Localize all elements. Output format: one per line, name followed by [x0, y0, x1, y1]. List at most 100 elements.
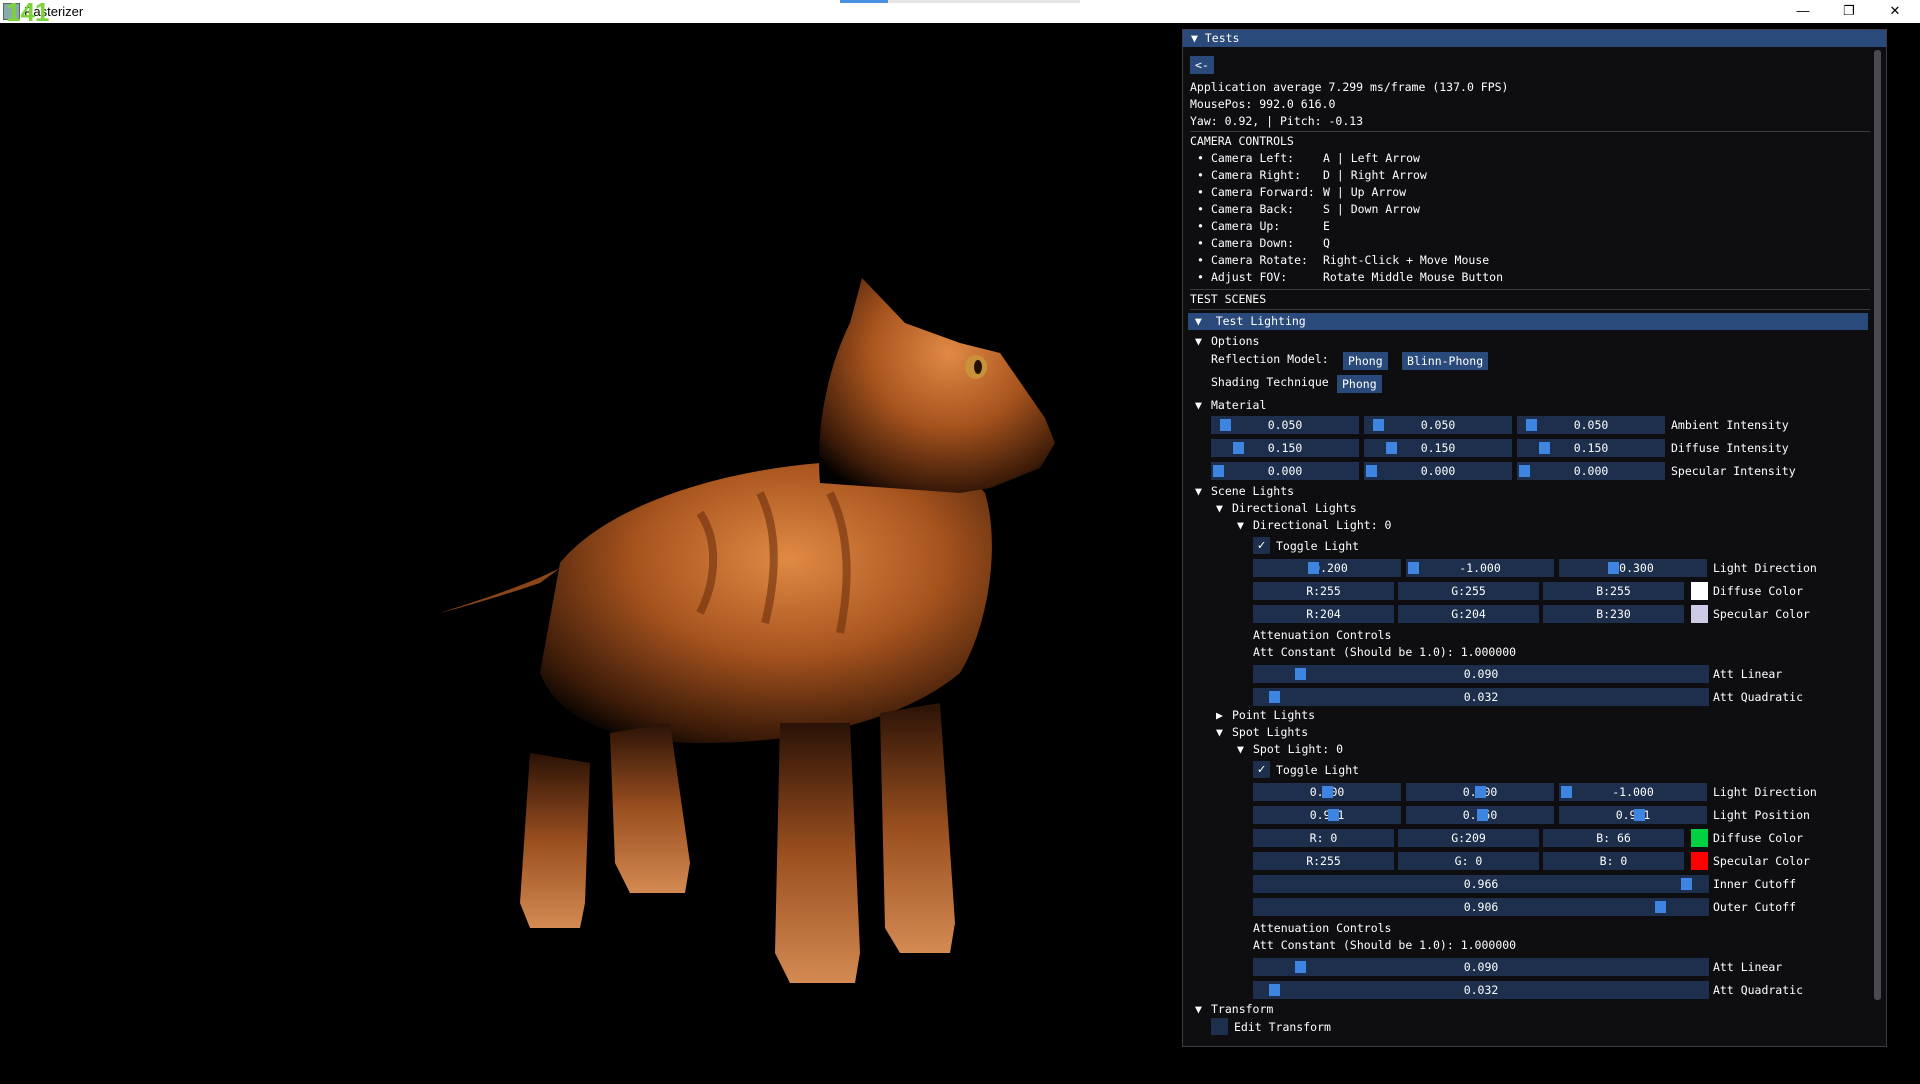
transform-node[interactable]: Transform	[1211, 1002, 1273, 1016]
phong-reflection-button[interactable]: Phong	[1343, 352, 1388, 370]
light-direction-slider[interactable]: -1.000	[1406, 559, 1554, 577]
tree-arrow-icon[interactable]: ▼	[1195, 484, 1202, 498]
diffuse-color-field[interactable]: G:255	[1398, 582, 1539, 600]
att-linear-slider[interactable]: 0.090	[1253, 958, 1709, 976]
diffuse-color-swatch[interactable]	[1691, 582, 1708, 600]
specular-color-field[interactable]: B:230	[1543, 605, 1684, 623]
slider-grab[interactable]	[1474, 786, 1486, 798]
toggle-light-checkbox[interactable]: ✓	[1253, 761, 1270, 778]
slider-grab[interactable]	[1269, 984, 1281, 996]
diffuse-color-field[interactable]: B:255	[1543, 582, 1684, 600]
tree-arrow-icon[interactable]: ▼	[1195, 398, 1202, 412]
slider-grab[interactable]	[1681, 878, 1692, 890]
diffuse-color-swatch[interactable]	[1691, 829, 1708, 847]
att-linear-slider[interactable]: 0.090	[1253, 665, 1709, 683]
specular-color-field[interactable]: R:255	[1253, 852, 1394, 870]
slider-grab[interactable]	[1308, 562, 1320, 574]
diffuse-color-field[interactable]: B: 66	[1543, 829, 1684, 847]
slider-grab[interactable]	[1519, 465, 1530, 477]
edit-transform-checkbox[interactable]	[1211, 1018, 1228, 1035]
slider-grab[interactable]	[1477, 809, 1489, 821]
camera-control-value: Q	[1323, 236, 1330, 250]
diffuse-color-label: Diffuse Color	[1713, 584, 1804, 598]
specular-color-field[interactable]: G:204	[1398, 605, 1539, 623]
tree-arrow-icon[interactable]: ▼	[1195, 1002, 1202, 1016]
slider-grab[interactable]	[1525, 419, 1537, 431]
light-direction-slider[interactable]: -1.000	[1559, 783, 1707, 801]
material-slider[interactable]: 0.000	[1364, 462, 1512, 480]
tree-arrow-icon[interactable]: ▼	[1195, 334, 1202, 348]
att-quadratic-slider[interactable]: 0.032	[1253, 688, 1709, 706]
specular-color-swatch[interactable]	[1691, 605, 1708, 623]
slider-grab[interactable]	[1607, 562, 1619, 574]
slider-grab[interactable]	[1561, 786, 1572, 798]
tree-arrow-icon[interactable]: ▶	[1216, 708, 1223, 722]
light-position-slider[interactable]: 0.951	[1559, 806, 1707, 824]
spot-lights-node[interactable]: Spot Lights	[1232, 725, 1308, 739]
slider-grab[interactable]	[1328, 809, 1340, 821]
diffuse-color-field[interactable]: R: 0	[1253, 829, 1394, 847]
back-button[interactable]: <-	[1190, 56, 1214, 74]
material-row-label: Ambient Intensity	[1671, 418, 1789, 432]
camera-control-value: Right-Click + Move Mouse	[1323, 253, 1490, 267]
scene-lights-node[interactable]: Scene Lights	[1211, 484, 1294, 498]
material-row-label: Specular Intensity	[1671, 464, 1796, 478]
material-slider[interactable]: 0.150	[1211, 439, 1359, 457]
material-slider[interactable]: 0.000	[1517, 462, 1665, 480]
light-position-slider[interactable]: 0.951	[1253, 806, 1401, 824]
spot_light-node[interactable]: Spot Light: 0	[1253, 742, 1343, 756]
slider-grab[interactable]	[1213, 465, 1224, 477]
material-slider[interactable]: 0.000	[1211, 462, 1359, 480]
light-direction-slider[interactable]: -0.300	[1559, 559, 1707, 577]
slider-grab[interactable]	[1366, 465, 1377, 477]
camera-control-value: Rotate Middle Mouse Button	[1323, 270, 1504, 284]
slider-grab[interactable]	[1538, 442, 1550, 454]
slider-grab[interactable]	[1321, 786, 1333, 798]
light-direction-slider[interactable]: -0.200	[1253, 559, 1401, 577]
light-direction-slider[interactable]: 0.000	[1406, 783, 1554, 801]
directional-lights-node[interactable]: Directional Lights	[1232, 501, 1357, 515]
att-linear-label: Att Linear	[1713, 667, 1783, 681]
slider-grab[interactable]	[1219, 419, 1231, 431]
blinn-phong-button[interactable]: Blinn-Phong	[1402, 352, 1489, 370]
outer-cutoff-slider[interactable]: 0.906	[1253, 898, 1709, 916]
slider-grab[interactable]	[1385, 442, 1397, 454]
diffuse-color-field[interactable]: R:255	[1253, 582, 1394, 600]
test-lighting-header[interactable]: ▼ Test Lighting	[1188, 313, 1868, 330]
slider-grab[interactable]	[1232, 442, 1244, 454]
slider-grab[interactable]	[1269, 691, 1281, 703]
options-node[interactable]: Options	[1211, 334, 1259, 348]
slider-grab[interactable]	[1294, 961, 1306, 973]
panel-scrollbar[interactable]	[1874, 50, 1881, 1000]
phong-shading-button[interactable]: Phong	[1337, 375, 1382, 393]
slider-grab[interactable]	[1654, 901, 1666, 913]
tree-arrow-icon[interactable]: ▼	[1216, 501, 1223, 515]
light-position-slider[interactable]: 0.350	[1406, 806, 1554, 824]
specular-color-field[interactable]: R:204	[1253, 605, 1394, 623]
slider-grab[interactable]	[1294, 668, 1306, 680]
tree-arrow-icon[interactable]: ▼	[1216, 725, 1223, 739]
diffuse-color-field[interactable]: G:209	[1398, 829, 1539, 847]
light-direction-slider[interactable]: 0.000	[1253, 783, 1401, 801]
tree-arrow-icon[interactable]: ▼	[1237, 742, 1244, 756]
slider-grab[interactable]	[1408, 562, 1419, 574]
inner-cutoff-slider[interactable]: 0.966	[1253, 875, 1709, 893]
directional_light-node[interactable]: Directional Light: 0	[1253, 518, 1391, 532]
attenuation-title: Attenuation Controls	[1253, 628, 1392, 642]
tree-arrow-icon[interactable]: ▼	[1237, 518, 1244, 532]
material-node[interactable]: Material	[1211, 398, 1266, 412]
material-slider[interactable]: 0.150	[1364, 439, 1512, 457]
specular-color-field[interactable]: B: 0	[1543, 852, 1684, 870]
att-quadratic-slider[interactable]: 0.032	[1253, 981, 1709, 999]
slider-grab[interactable]	[1634, 809, 1646, 821]
test-scenes-title: TEST SCENES	[1190, 292, 1267, 306]
specular-color-swatch[interactable]	[1691, 852, 1708, 870]
material-slider[interactable]: 0.050	[1364, 416, 1512, 434]
point-lights-node[interactable]: Point Lights	[1232, 708, 1315, 722]
material-slider[interactable]: 0.150	[1517, 439, 1665, 457]
material-slider[interactable]: 0.050	[1517, 416, 1665, 434]
specular-color-field[interactable]: G: 0	[1398, 852, 1539, 870]
slider-grab[interactable]	[1372, 419, 1384, 431]
toggle-light-checkbox[interactable]: ✓	[1253, 537, 1270, 554]
material-slider[interactable]: 0.050	[1211, 416, 1359, 434]
